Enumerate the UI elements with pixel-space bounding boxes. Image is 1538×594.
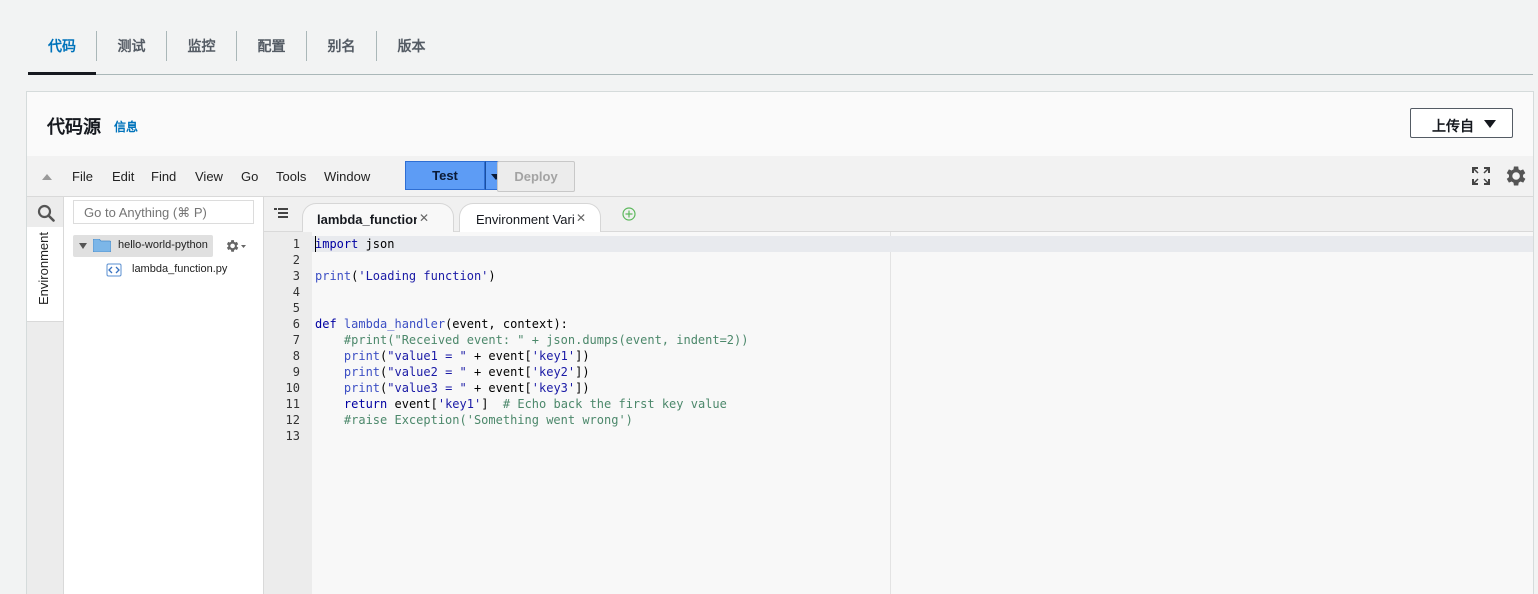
upload-from-button[interactable]: 上传自 <box>1410 108 1513 138</box>
root-folder-label: hello-world-python <box>118 239 208 251</box>
editor-tab-label: Environment Vari <box>476 212 574 227</box>
deploy-button[interactable]: Deploy <box>497 161 575 192</box>
tab-configuration[interactable]: 配置 <box>237 28 306 64</box>
caret-down-icon <box>1484 120 1496 128</box>
editor-tab-environment-variables[interactable]: Environment Vari ✕ <box>459 203 601 232</box>
collapse-menu-icon[interactable] <box>42 174 52 180</box>
menu-view[interactable]: View <box>195 169 223 184</box>
code-source-panel: 代码源 信息 上传自 File Edit Find View Go Tools … <box>26 91 1534 594</box>
file-tree: hello-world-python lambda_function.py <box>64 197 264 594</box>
line-number: 12 <box>285 413 300 427</box>
tab-monitor[interactable]: 监控 <box>167 28 236 64</box>
line-number: 10 <box>285 381 300 395</box>
code-editor: lambda_function ✕ Environment Vari ✕ 1 2… <box>264 197 1533 594</box>
code-line: print('Loading function') <box>315 269 496 283</box>
fullscreen-icon[interactable] <box>1472 167 1490 185</box>
editor-tab-label: lambda_function <box>317 212 417 227</box>
line-number: 3 <box>292 269 300 283</box>
sidebar-strip: Environment <box>27 197 64 594</box>
editor-tab-bar: lambda_function ✕ Environment Vari ✕ <box>264 197 1533 232</box>
code-line: return event['key1'] # Echo back the fir… <box>343 397 727 411</box>
tab-code[interactable]: 代码 <box>28 28 96 64</box>
line-number: 5 <box>292 301 300 315</box>
expand-caret-icon[interactable] <box>79 243 87 249</box>
line-number: 6 <box>292 317 300 331</box>
line-number: 13 <box>285 429 300 443</box>
line-number: 7 <box>292 333 300 347</box>
environment-tab[interactable]: Environment <box>27 227 63 322</box>
ide-menu-bar: File Edit Find View Go Tools Window Test… <box>27 156 1533 197</box>
editor-tab-lambda-function[interactable]: lambda_function ✕ <box>302 203 454 232</box>
goto-anything-input[interactable] <box>73 200 254 224</box>
print-margin <box>890 232 891 594</box>
line-number-gutter: 1 2 3 4 5 6 7 8 9 10 11 12 13 <box>264 232 312 594</box>
line-number: 4 <box>292 285 300 299</box>
menu-find[interactable]: Find <box>151 169 176 184</box>
tab-test[interactable]: 测试 <box>97 28 166 64</box>
add-tab-icon[interactable] <box>622 207 636 221</box>
code-line: print("value3 = " + event['key3']) <box>343 381 590 395</box>
code-line: print("value2 = " + event['key2']) <box>343 365 590 379</box>
python-file-icon <box>106 263 122 277</box>
menu-go[interactable]: Go <box>241 169 258 184</box>
code-line: #raise Exception('Something went wrong') <box>343 413 633 427</box>
code-line: print("value1 = " + event['key1']) <box>343 349 590 363</box>
menu-edit[interactable]: Edit <box>112 169 134 184</box>
active-line-highlight <box>312 236 1533 252</box>
upload-from-label: 上传自 <box>1432 118 1474 134</box>
tab-aliases[interactable]: 别名 <box>307 28 376 64</box>
folder-icon <box>93 239 111 252</box>
active-tab-indicator <box>28 72 96 75</box>
code-line: #print("Received event: " + json.dumps(e… <box>343 333 749 347</box>
info-link[interactable]: 信息 <box>114 118 138 135</box>
environment-tab-label: Environment <box>36 232 51 305</box>
settings-gear-icon[interactable] <box>1502 163 1528 189</box>
menu-file[interactable]: File <box>72 169 93 184</box>
code-line: def lambda_handler(event, context): <box>315 317 568 331</box>
line-number: 9 <box>292 365 300 379</box>
tabs-menu-icon[interactable] <box>274 206 288 220</box>
search-icon[interactable] <box>37 204 55 222</box>
code-area[interactable]: import json print('Loading function') def … <box>312 232 1533 594</box>
tab-versions[interactable]: 版本 <box>377 28 446 64</box>
test-button[interactable]: Test <box>405 161 485 190</box>
code-line: import json <box>315 237 395 251</box>
panel-title: 代码源 <box>47 117 101 137</box>
gear-icon[interactable] <box>224 237 246 255</box>
menu-tools[interactable]: Tools <box>276 169 306 184</box>
menu-window[interactable]: Window <box>324 169 370 184</box>
function-tabs: 代码 测试 监控 配置 别名 版本 <box>28 28 1533 75</box>
tree-root-folder[interactable]: hello-world-python <box>73 235 213 257</box>
close-icon[interactable]: ✕ <box>576 211 586 225</box>
line-number: 2 <box>292 253 300 267</box>
tree-file-label: lambda_function.py <box>132 263 228 275</box>
close-icon[interactable]: ✕ <box>419 211 429 225</box>
line-number: 1 <box>292 237 300 251</box>
panel-header: 代码源 信息 上传自 <box>27 92 1533 157</box>
line-number: 11 <box>285 397 300 411</box>
line-number: 8 <box>292 349 300 363</box>
